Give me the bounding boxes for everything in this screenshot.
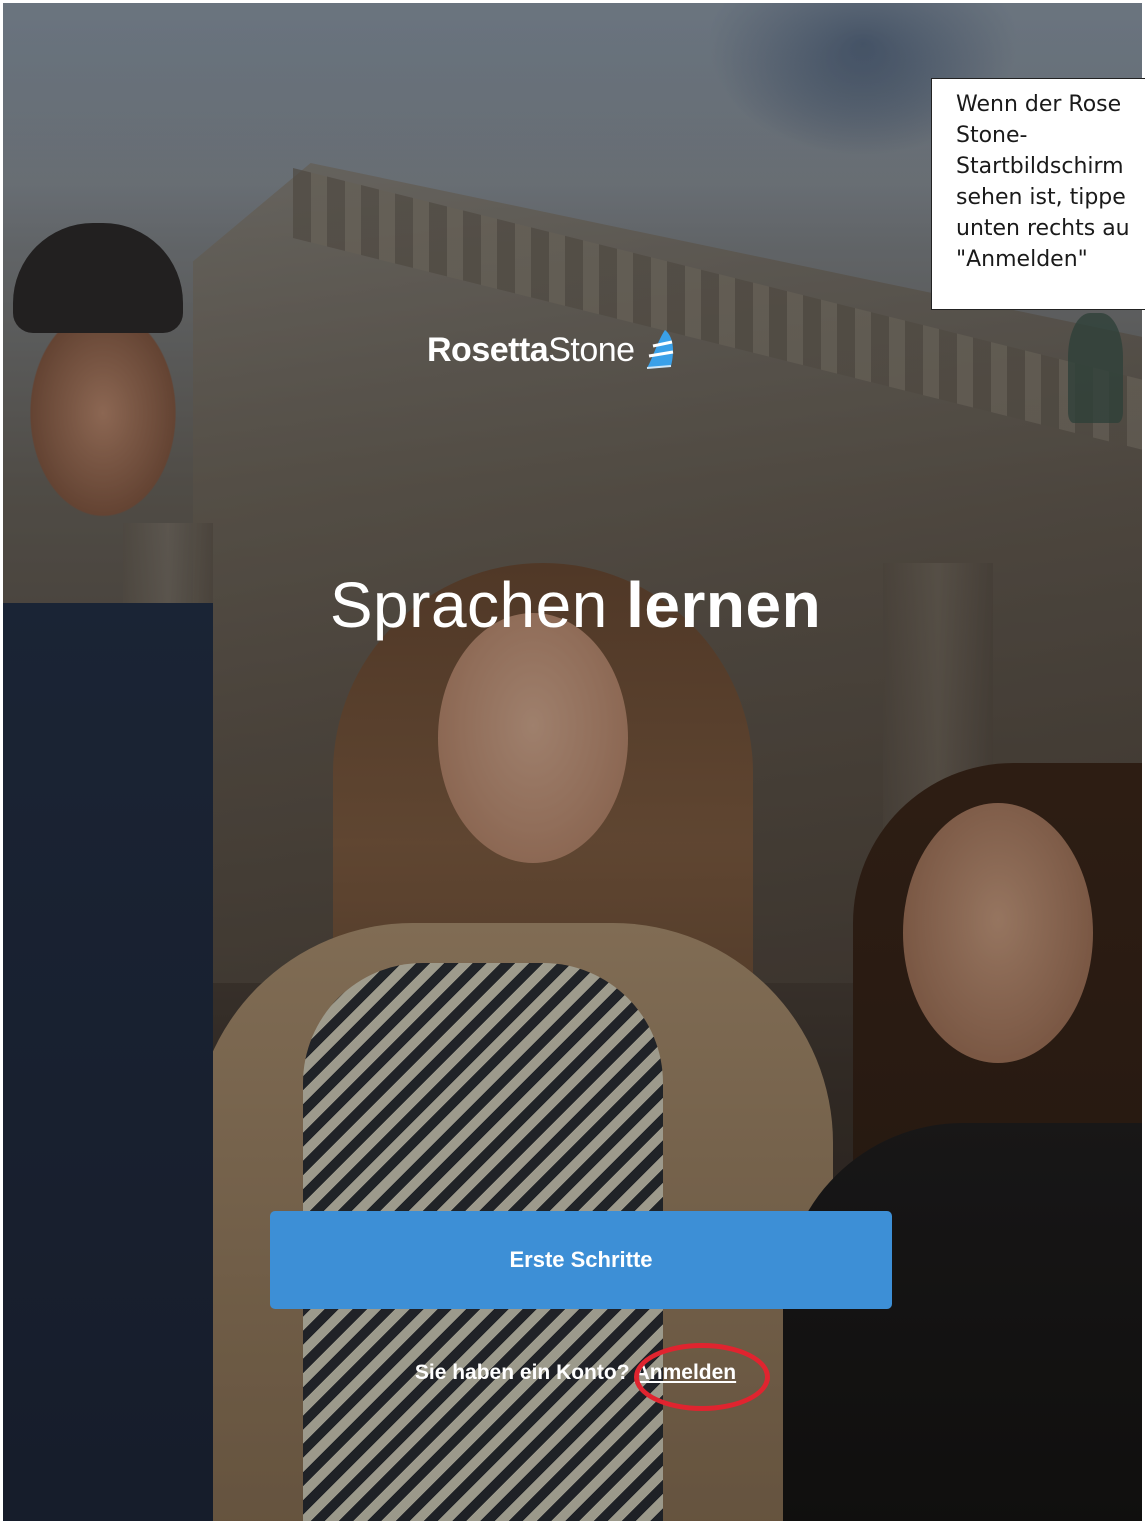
login-link[interactable]: Anmelden [635,1361,737,1384]
headline-bold-word: lernen [626,569,822,641]
instruction-callout: Wenn der Rose Stone- Startbildschirm seh… [931,78,1145,310]
login-prompt-row: Sie haben ein Konto? Anmelden [3,1361,1142,1385]
login-prompt-text: Sie haben ein Konto? [414,1361,630,1384]
logo-word-light: Stone [548,330,635,369]
headline-light-word: Sprachen [329,569,608,641]
rosetta-stone-sail-icon [643,328,677,372]
get-started-button[interactable]: Erste Schritte [270,1211,892,1309]
logo-wordmark: RosettaStone [427,331,635,370]
app-logo: RosettaStone [427,328,677,372]
logo-word-bold: Rosetta [427,330,549,369]
page-title: Sprachen lernen [3,568,1142,642]
